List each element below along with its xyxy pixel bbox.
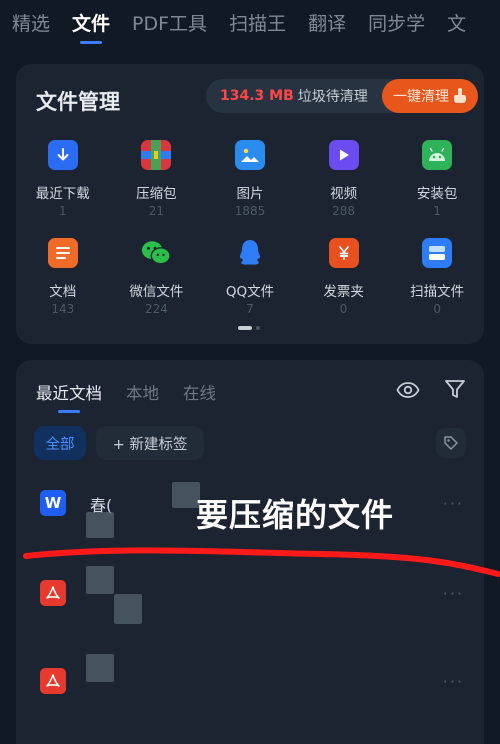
red-underline-stroke — [23, 547, 500, 577]
category-count: 1 — [433, 204, 441, 218]
tab-scanner[interactable]: 扫描王 — [229, 0, 286, 48]
category-count: 0 — [339, 302, 348, 316]
category-label: 文档 — [49, 284, 77, 300]
category-label: 安装包 — [416, 186, 458, 202]
category-label: 微信文件 — [129, 284, 184, 300]
category-label: 视频 — [330, 186, 358, 202]
category-recent-downloads[interactable]: 最近下载 1 — [16, 140, 110, 224]
category-documents[interactable]: 文档 143 — [16, 238, 110, 322]
category-count: 1 — [58, 204, 67, 218]
android-icon — [422, 140, 453, 170]
invoice-icon — [328, 238, 359, 268]
top-tab-bar: 精选 文件 PDF工具 扫描王 翻译 同步学 文 — [0, 0, 500, 48]
category-label: 最近下载 — [35, 186, 90, 202]
tab-translate[interactable]: 翻译 — [308, 0, 346, 48]
page-dot — [256, 326, 260, 330]
pdf-file-icon — [40, 580, 66, 606]
one-click-clean-button[interactable]: 一键清理 — [382, 79, 478, 113]
category-scanned-files[interactable]: 扫描文件 0 — [390, 238, 484, 322]
more-options-icon[interactable]: ··· — [443, 494, 464, 513]
tab-recent-docs[interactable]: 最近文档 — [36, 380, 102, 413]
tab-featured[interactable]: 精选 — [12, 0, 50, 48]
category-label: 图片 — [236, 186, 264, 202]
filter-icon[interactable] — [444, 378, 466, 400]
category-label: 扫描文件 — [410, 284, 465, 300]
category-count: 224 — [144, 302, 168, 316]
category-label: QQ文件 — [225, 284, 275, 300]
more-options-icon[interactable]: ··· — [443, 584, 464, 603]
category-count: 288 — [332, 204, 356, 218]
category-install-packages[interactable]: 安装包 1 — [390, 140, 484, 224]
video-icon — [328, 140, 359, 170]
junk-text: 垃圾待清理 — [297, 89, 368, 105]
filter-chip-all[interactable]: 全部 — [34, 426, 86, 460]
junk-cleanup-banner[interactable]: 134.3 MB 垃圾待清理 一键清理 — [206, 79, 478, 113]
blurred-region — [114, 594, 142, 624]
category-videos[interactable]: 视频 288 — [297, 140, 391, 224]
archive-icon — [141, 140, 172, 170]
file-management-title: 文件管理 — [36, 90, 120, 114]
pdf-file-icon — [40, 668, 66, 694]
category-count: 21 — [148, 204, 165, 218]
download-icon — [47, 140, 78, 170]
tab-online[interactable]: 在线 — [183, 380, 216, 404]
annotation-text: 要压缩的文件 — [196, 496, 395, 534]
scan-icon — [422, 238, 453, 268]
junk-size: 134.3 MB — [220, 88, 294, 104]
page-indicator — [238, 326, 260, 330]
tab-more[interactable]: 文 — [447, 0, 466, 48]
file-management-card: 文件管理 134.3 MB 垃圾待清理 一键清理 最近下载 1 压缩包 21 图… — [16, 64, 484, 344]
eye-icon[interactable] — [396, 378, 420, 402]
file-row[interactable]: ··· — [16, 566, 484, 660]
category-wechat-files[interactable]: 微信文件 224 — [110, 238, 204, 322]
more-options-icon[interactable]: ··· — [443, 672, 464, 691]
category-label: 发票夹 — [323, 284, 364, 300]
category-count: 0 — [433, 302, 441, 316]
qq-icon — [235, 238, 265, 268]
category-qq-files[interactable]: QQ文件 7 — [203, 238, 297, 322]
tab-pdf-tools[interactable]: PDF工具 — [132, 0, 207, 48]
clean-button-label: 一键清理 — [393, 89, 449, 105]
category-grid: 最近下载 1 压缩包 21 图片 1885 视频 288 安装包 1 文档 14… — [16, 140, 484, 322]
category-images[interactable]: 图片 1885 — [203, 140, 297, 224]
blurred-region — [86, 654, 114, 682]
tab-local[interactable]: 本地 — [126, 380, 159, 404]
blurred-region — [86, 512, 114, 538]
new-tag-button[interactable]: + 新建标签 — [96, 426, 204, 460]
document-icon — [47, 238, 78, 268]
category-archives[interactable]: 压缩包 21 — [110, 140, 204, 224]
tab-files[interactable]: 文件 — [72, 0, 110, 48]
category-label: 压缩包 — [136, 186, 177, 202]
tag-icon[interactable] — [436, 428, 466, 458]
word-file-icon: W — [40, 490, 66, 516]
category-count: 143 — [51, 302, 75, 316]
category-invoices[interactable]: 发票夹 0 — [297, 238, 391, 322]
category-count: 1885 — [234, 204, 266, 218]
image-icon — [234, 140, 265, 170]
wechat-icon — [141, 238, 172, 268]
recent-tabs: 最近文档 本地 在线 — [36, 380, 216, 413]
category-count: 7 — [246, 302, 254, 316]
tab-sync-learn[interactable]: 同步学 — [368, 0, 425, 48]
page-dot-active — [238, 326, 252, 330]
broom-icon — [453, 88, 467, 104]
file-row[interactable]: ··· — [16, 654, 484, 744]
